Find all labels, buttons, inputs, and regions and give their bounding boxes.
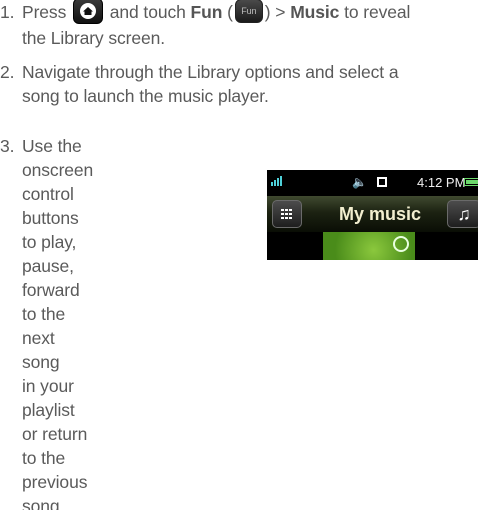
volume-icon: 🔈 (352, 175, 367, 189)
phone-screenshot: 🔈 4:12 PM My music ♫ (267, 170, 478, 260)
step-2-text: Navigate through the Library options and… (22, 60, 399, 108)
grid-icon (281, 209, 293, 219)
step-3-line-3: forward to the next song (22, 280, 80, 372)
step-3-line-5: to the previous song. (22, 448, 88, 510)
status-time: 4:12 PM (417, 175, 466, 190)
home-key-icon (73, 0, 103, 25)
step-1-touch-text: and touch (109, 2, 186, 22)
fun-icon-label: Fun (241, 6, 257, 17)
step-3-line-2: buttons to play, pause, (22, 208, 79, 276)
step-1-press-text: Press (22, 2, 67, 22)
step-1-line-2: the Library screen. (22, 28, 166, 49)
signal-icon (271, 176, 283, 186)
step-2-line-2: song to launch the music player. (22, 86, 269, 106)
app-header: My music ♫ (267, 196, 478, 232)
media-status-icon (377, 177, 387, 187)
app-title: My music (339, 204, 422, 224)
step-1-line-1: Press and touch Fun (Fun) > Music to rev… (22, 0, 410, 26)
step-1-text: Press and touch Fun (Fun) > Music to rev… (22, 0, 410, 50)
step-3-text: Use the onscreen control buttons to play… (22, 134, 93, 510)
battery-icon (464, 178, 478, 186)
step-2-line-1: Navigate through the Library options and… (22, 62, 399, 82)
fun-label: Fun (190, 2, 223, 22)
step-3-line-1: Use the onscreen control (22, 136, 94, 204)
music-note-button[interactable]: ♫ (447, 200, 478, 228)
music-label: Music (290, 2, 340, 22)
status-bar: 🔈 4:12 PM (267, 170, 478, 196)
menu-grid-button[interactable] (272, 200, 302, 228)
album-art-ring (393, 236, 409, 252)
step-3-line-4: in your playlist or return (22, 376, 88, 444)
album-art[interactable] (323, 232, 415, 260)
separator-arrow: > (275, 2, 286, 22)
fun-icon: Fun (234, 0, 263, 24)
step-1-reveal-text: to reveal (344, 2, 411, 22)
music-note-icon: ♫ (457, 204, 471, 224)
